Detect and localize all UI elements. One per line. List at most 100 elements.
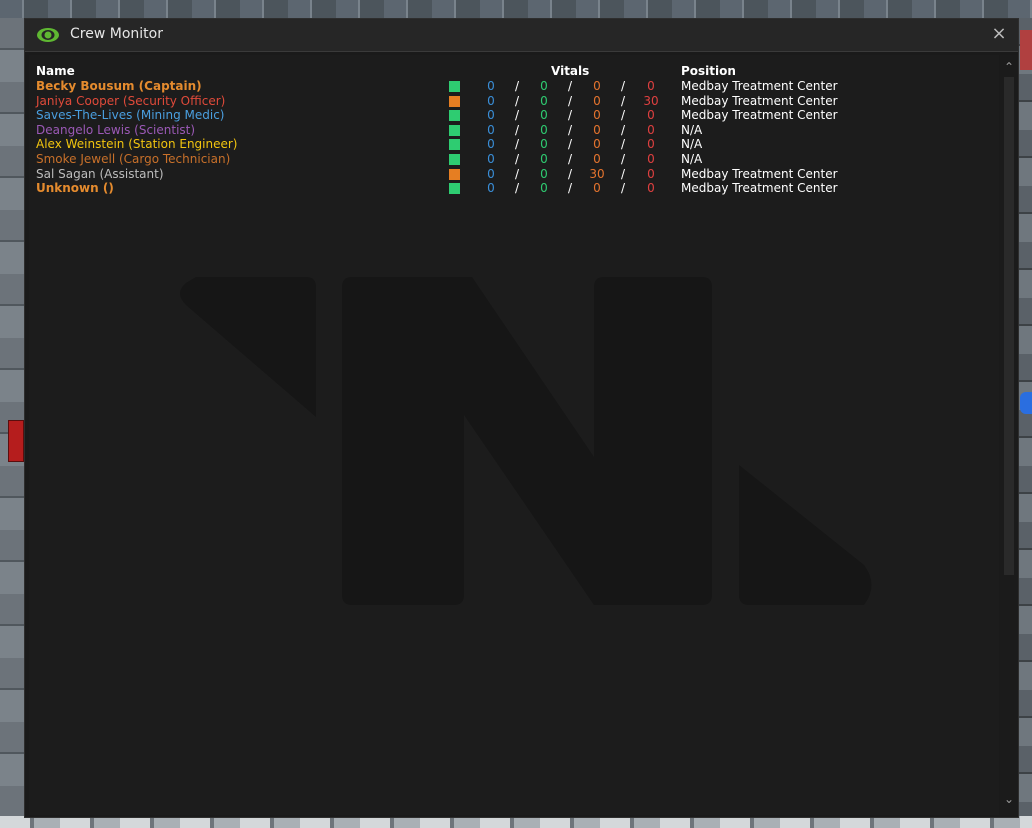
brute-damage: 0 [647, 181, 655, 196]
oxy-damage: 0 [487, 122, 495, 137]
crew-row[interactable]: Unknown () 0 / 0 / 0 / 0 Medbay Treatment Center [36, 181, 936, 196]
oxy-damage: 0 [487, 166, 495, 181]
crew-name: Becky Bousum (Captain) [36, 79, 202, 93]
crew-position: Medbay Treatment Center [681, 108, 838, 123]
vitals-separator: / [620, 137, 626, 152]
vitals-separator: / [620, 122, 626, 137]
vitals-separator: / [620, 79, 626, 93]
brute-damage: 0 [647, 137, 655, 152]
status-indicator [449, 95, 460, 107]
crew-name: Smoke Jewell (Cargo Technician) [36, 152, 231, 166]
crew-position: N/A [681, 122, 703, 137]
vitals-separator: / [567, 181, 573, 196]
window-titlebar[interactable]: Crew Monitor × [25, 19, 1018, 52]
header-name: Name [36, 64, 75, 78]
vitals-separator: / [514, 181, 520, 196]
chevron-up-icon[interactable]: ⌃ [1000, 59, 1018, 75]
crew-row[interactable]: Smoke Jewell (Cargo Technician) 0 / 0 / 0 / 0 N/… [36, 152, 936, 167]
toxin-damage: 0 [540, 108, 548, 123]
burn-damage: 0 [593, 79, 601, 93]
vitals-separator: / [514, 122, 520, 137]
brute-damage: 0 [647, 79, 655, 93]
status-indicator [449, 110, 460, 122]
crew-position: Medbay Treatment Center [681, 166, 838, 181]
crew-position: Medbay Treatment Center [681, 79, 838, 93]
status-indicator [449, 183, 460, 195]
header-vitals: Vitals [551, 64, 590, 78]
crew-name: Unknown () [36, 181, 114, 196]
vitals-separator: / [567, 93, 573, 108]
crew-row[interactable]: Janiya Cooper (Security Officer) 0 / 0 / 0 / 30… [36, 94, 936, 109]
crew-name: Deangelo Lewis (Scientist) [36, 122, 196, 137]
vitals-separator: / [567, 122, 573, 137]
crew-position: Medbay Treatment Center [681, 93, 838, 108]
vitals-separator: / [567, 137, 573, 152]
crew-position: N/A [681, 137, 703, 152]
toxin-damage: 0 [540, 79, 548, 93]
toxin-damage: 0 [540, 166, 548, 181]
crew-name: Saves-The-Lives (Mining Medic) [36, 108, 225, 123]
vitals-separator: / [514, 137, 520, 152]
vitals-separator: / [567, 152, 573, 166]
status-indicator [449, 154, 460, 165]
oxy-damage: 0 [487, 93, 495, 108]
burn-damage: 0 [593, 122, 601, 137]
status-indicator [449, 139, 460, 151]
burn-damage: 0 [593, 108, 601, 123]
blue-sprite [1020, 392, 1032, 414]
chevron-down-icon[interactable]: ⌄ [1000, 791, 1018, 807]
vitals-separator: / [620, 181, 626, 196]
crew-position: Medbay Treatment Center [681, 181, 838, 196]
toxin-damage: 0 [540, 152, 548, 166]
crew-name: Sal Sagan (Assistant) [36, 166, 164, 181]
crew-row[interactable]: Alex Weinstein (Station Engineer) 0 / 0 / 0 / 0… [36, 137, 936, 152]
oxy-damage: 0 [487, 152, 495, 166]
brute-damage: 30 [643, 93, 659, 108]
vitals-separator: / [514, 152, 520, 166]
brute-damage: 0 [647, 108, 655, 123]
oxy-damage: 0 [487, 137, 495, 152]
vitals-separator: / [567, 79, 573, 93]
crew-row[interactable]: Saves-The-Lives (Mining Medic) 0 / 0 / 0 / 0 Med… [36, 108, 936, 123]
crew-name: Alex Weinstein (Station Engineer) [36, 137, 238, 152]
close-button[interactable]: × [988, 23, 1010, 45]
toxin-damage: 0 [540, 137, 548, 152]
toxin-damage: 0 [540, 93, 548, 108]
crew-row[interactable]: Deangelo Lewis (Scientist) 0 / 0 / 0 / 0 N/A [36, 123, 936, 138]
burn-damage: 30 [589, 166, 605, 181]
burn-damage: 0 [593, 137, 601, 152]
crew-monitor-window: Crew Monitor × Name Vitals Position Beck… [24, 18, 1019, 818]
crew-row[interactable]: Becky Bousum (Captain) 0 / 0 / 0 / 0 Medbay Trea… [36, 79, 936, 94]
brute-damage: 0 [647, 166, 655, 181]
fire-extinguisher-sprite [8, 420, 24, 462]
vertical-scrollbar[interactable]: ⌃ ⌄ [1000, 55, 1018, 815]
brute-damage: 0 [647, 122, 655, 137]
crew-position: N/A [681, 152, 703, 166]
vitals-separator: / [514, 108, 520, 123]
crew-name: Janiya Cooper (Security Officer) [36, 93, 226, 108]
toxin-damage: 0 [540, 122, 548, 137]
crew-row[interactable]: Sal Sagan (Assistant) 0 / 0 / 30 / 0 Medbay Trea… [36, 167, 936, 182]
nanotrasen-logo-watermark [180, 277, 872, 605]
crew-monitor-content: Name Vitals Position Becky Bousum (Capta… [29, 55, 999, 815]
vitals-separator: / [620, 93, 626, 108]
vitals-separator: / [620, 152, 626, 166]
header-position: Position [681, 64, 736, 78]
status-indicator [449, 81, 460, 92]
red-sprite [1020, 30, 1032, 70]
vitals-separator: / [620, 166, 626, 181]
burn-damage: 0 [593, 181, 601, 196]
burn-damage: 0 [593, 152, 601, 166]
vitals-separator: / [514, 166, 520, 181]
scroll-thumb[interactable] [1004, 77, 1014, 575]
vitals-separator: / [514, 79, 520, 93]
oxy-damage: 0 [487, 79, 495, 93]
toxin-damage: 0 [540, 181, 548, 196]
status-indicator [449, 168, 460, 180]
vitals-separator: / [567, 108, 573, 123]
vitals-separator: / [620, 108, 626, 123]
eye-icon [37, 28, 59, 42]
brute-damage: 0 [647, 152, 655, 166]
station-wall-top [0, 0, 1032, 18]
oxy-damage: 0 [487, 181, 495, 196]
